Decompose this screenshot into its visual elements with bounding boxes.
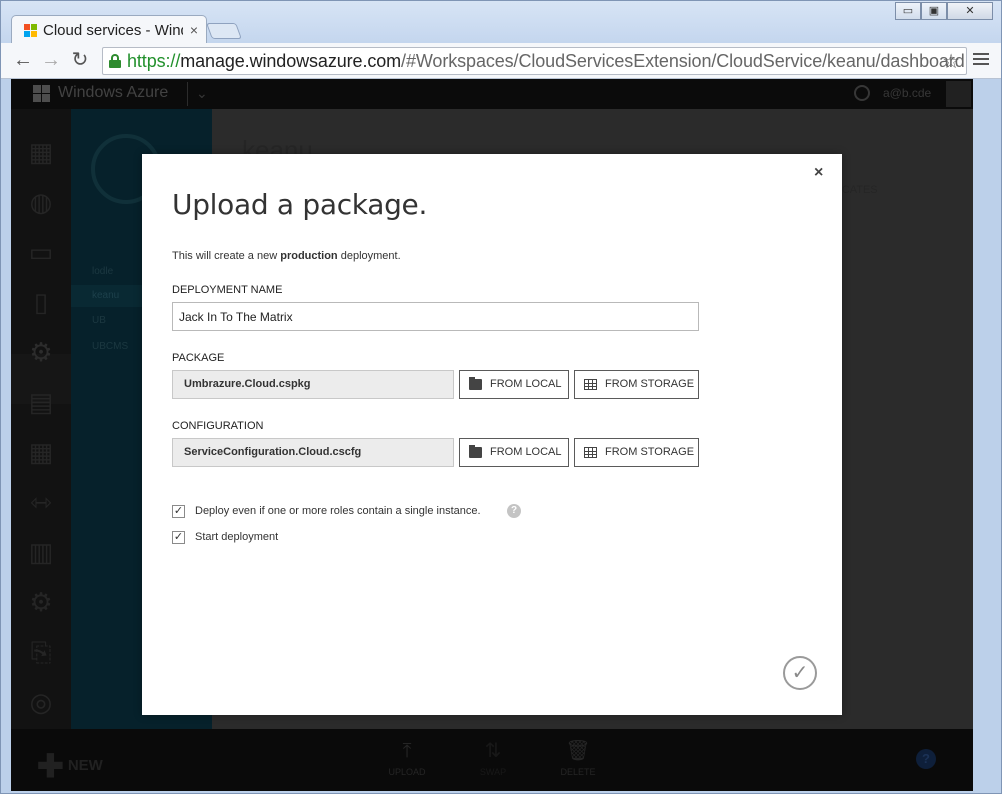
storage-grid-icon (584, 447, 597, 458)
upload-button[interactable]: ⤒ UPLOAD (382, 739, 432, 777)
websites-globe-icon[interactable]: ◍ (25, 187, 57, 217)
window-close-button[interactable]: ✕ (947, 2, 993, 20)
forward-arrow-icon[interactable]: → (39, 49, 63, 73)
azure-header: Windows Azure ⌄ a@b.cde (11, 79, 973, 109)
service-nav: ▦ ◍ ▭ ▯ ⚙ ▤ ▦ ⇿ ▥ ⚙ ⎘ ◎ (11, 109, 71, 729)
service-bus-icon[interactable]: ⚙ (25, 587, 57, 617)
window-controls: ▭ ▣ ✕ (895, 2, 993, 20)
globe-icon[interactable] (854, 85, 870, 101)
package-file-field[interactable]: Umbrazure.Cloud.cspkg (172, 370, 454, 399)
configuration-from-local-button[interactable]: FROM LOCAL (459, 438, 569, 467)
start-deployment-checkbox[interactable]: ✓ (172, 531, 185, 544)
reload-icon[interactable]: ↻ (68, 49, 92, 73)
address-bar[interactable]: https://manage.windowsazure.com/#Workspa… (102, 47, 967, 75)
settings-icon[interactable]: ◎ (25, 687, 57, 717)
azure-windows-logo-icon (33, 85, 51, 103)
back-arrow-icon[interactable]: ← (11, 49, 35, 73)
help-icon[interactable]: ? (916, 749, 936, 769)
new-tab-button[interactable] (206, 23, 242, 39)
list-item[interactable]: UBCMS (92, 341, 128, 352)
folder-icon (469, 377, 482, 390)
url-text: https://manage.windowsazure.com/#Workspa… (127, 51, 965, 71)
browser-window: Cloud services - Windows Azure × ▭ ▣ ✕ ←… (0, 0, 1002, 794)
package-from-storage-button[interactable]: FROM STORAGE (574, 370, 699, 399)
question-help-icon[interactable]: ? (507, 504, 521, 518)
list-item[interactable]: lodle (92, 266, 113, 277)
delete-button[interactable]: 🗑 DELETE (553, 739, 603, 777)
start-deployment-label: Start deployment (195, 531, 279, 543)
azure-brand[interactable]: Windows Azure (58, 84, 168, 102)
browser-titlebar: Cloud services - Windows Azure × ▭ ▣ ✕ (1, 1, 1001, 45)
windows-logo-icon (24, 24, 38, 38)
deploy-single-instance-label: Deploy even if one or more roles contain… (195, 505, 481, 517)
cloud-services-gear-icon[interactable]: ⚙ (25, 337, 57, 367)
virtual-machines-monitor-icon[interactable]: ▭ (25, 237, 57, 267)
deploy-single-instance-checkbox[interactable]: ✓ (172, 505, 185, 518)
media-services-icon[interactable]: ▥ (25, 537, 57, 567)
sql-databases-icon[interactable]: ▤ (25, 387, 57, 417)
package-from-local-button[interactable]: FROM LOCAL (459, 370, 569, 399)
dialog-intro: This will create a new production deploy… (172, 250, 401, 262)
dialog-title: Upload a package. (172, 188, 428, 221)
dialog-close-icon[interactable]: × (814, 164, 823, 182)
maximize-button[interactable]: ▣ (921, 2, 947, 20)
trash-icon: 🗑 (565, 740, 591, 762)
networks-icon[interactable]: ⇿ (25, 487, 57, 517)
lock-icon (109, 54, 121, 68)
folder-icon (469, 445, 482, 458)
swap-icon: ⇅ (484, 740, 502, 762)
upload-package-dialog: × Upload a package. This will create a n… (142, 154, 842, 715)
upload-arrow-icon: ⤒ (402, 740, 412, 762)
browser-tab[interactable]: Cloud services - Windows Azure × (11, 15, 207, 45)
avatar[interactable] (946, 81, 971, 107)
tab-close-icon[interactable]: × (190, 22, 198, 38)
menu-hamburger-icon[interactable] (973, 53, 989, 69)
confirm-check-button[interactable]: ✓ (783, 656, 817, 690)
minimize-button[interactable]: ▭ (895, 2, 921, 20)
hdinsight-icon[interactable]: ⎘ (25, 637, 57, 667)
storage-table-icon[interactable]: ▦ (25, 437, 57, 467)
deployment-name-label: DEPLOYMENT NAME (172, 284, 283, 296)
configuration-file-field[interactable]: ServiceConfiguration.Cloud.cscfg (172, 438, 454, 467)
user-email[interactable]: a@b.cde (883, 86, 931, 100)
browser-toolbar: ← → ↻ https://manage.windowsazure.com/#W… (1, 43, 1001, 79)
package-label: PACKAGE (172, 352, 225, 364)
new-button[interactable]: ✚ NEW (37, 747, 103, 785)
bookmark-star-icon[interactable]: ☆ (942, 49, 960, 74)
all-items-grid-icon[interactable]: ▦ (25, 137, 57, 167)
command-bar: ✚ NEW ⤒ UPLOAD ⇅ SWAP 🗑 DELETE ? (11, 729, 973, 791)
plus-icon: ✚ (37, 748, 64, 784)
chevron-down-icon[interactable]: ⌄ (187, 82, 208, 106)
configuration-from-storage-button[interactable]: FROM STORAGE (574, 438, 699, 467)
configuration-label: CONFIGURATION (172, 420, 264, 432)
storage-grid-icon (584, 379, 597, 390)
mobile-services-icon[interactable]: ▯ (25, 287, 57, 317)
swap-button[interactable]: ⇅ SWAP (468, 739, 518, 777)
deployment-name-input[interactable] (172, 302, 699, 331)
list-item[interactable]: UB (92, 315, 106, 326)
tab-title: Cloud services - Windows Azure (43, 22, 183, 39)
